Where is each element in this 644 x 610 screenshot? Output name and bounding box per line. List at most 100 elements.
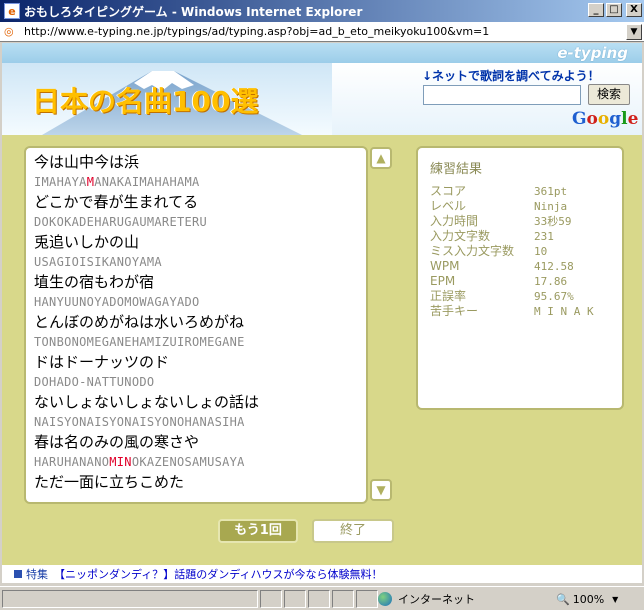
status-cell xyxy=(356,589,378,608)
close-button[interactable]: X xyxy=(626,3,642,17)
result-label: 入力文字数 xyxy=(430,229,491,243)
lyric-romaji-line: HARUHANANOMINOKAZENOSAMUSAYA xyxy=(34,452,362,472)
result-label: 正誤率 xyxy=(430,289,467,303)
result-value: Ninja xyxy=(534,200,568,213)
mistyped-chars: MIN xyxy=(109,455,132,469)
romaji-segment: ANAKAIMAHAHAMA xyxy=(94,175,200,189)
lyric-romaji-line: IMAHAYAMANAKAIMAHAHAMA xyxy=(34,172,362,192)
lyrics-panel: 今は山中今は浜 IMAHAYAMANAKAIMAHAHAMA どこかで春が生まれてる… xyxy=(24,146,368,504)
romaji-segment: HANYUUNOYADOMOWAGAYADO xyxy=(34,295,200,309)
results-panel: 練習結果 スコア 361pt レベル Ninja 入力時間 33秒59 入力文字数 231 ミス… xyxy=(416,146,624,410)
result-value: 33秒59 xyxy=(534,215,572,228)
results-table: スコア 361pt レベル Ninja 入力時間 33秒59 入力文字数 231 ミス入力文字数… xyxy=(430,184,616,319)
result-label: 苦手キー xyxy=(430,304,479,318)
result-row: EPM 17.86 xyxy=(430,274,616,289)
results-title: 練習結果 xyxy=(430,162,483,177)
lyrics-search-input[interactable] xyxy=(423,85,581,105)
zoom-control[interactable]: 🔍 100% ▼ xyxy=(556,590,640,608)
brand-logo[interactable]: e-typing xyxy=(557,44,628,62)
ie-app-icon: e xyxy=(4,3,20,19)
security-zone[interactable]: インターネット xyxy=(378,590,518,608)
result-value: 231 xyxy=(534,230,554,243)
address-url[interactable]: http://www.e-typing.ne.jp/typings/ad/typ… xyxy=(24,25,489,38)
romaji-segment: TONBONOMEGANEHAMIZUIROMEGANE xyxy=(34,335,245,349)
result-value: 361pt xyxy=(534,185,568,198)
lyric-romaji-line: USAGIOISIKANOYAMA xyxy=(34,252,362,272)
status-cell xyxy=(332,589,354,608)
zoom-level: 100% xyxy=(572,592,605,606)
result-row: ミス入力文字数 10 xyxy=(430,244,616,259)
scroll-up-button[interactable]: ▲ xyxy=(370,147,392,169)
result-value: 95.67% xyxy=(534,290,574,303)
result-row: スコア 361pt xyxy=(430,184,616,199)
result-row: 正誤率 95.67% xyxy=(430,289,616,304)
lyric-romaji-line: NAISYONAISYONAISYONOHANASIHA xyxy=(34,412,362,432)
lyric-japanese-line: ドはドーナッツのド xyxy=(34,353,170,371)
result-label: 入力時間 xyxy=(430,214,479,228)
result-label: WPM xyxy=(430,259,460,273)
google-logo: Google xyxy=(572,109,639,129)
status-text-cell xyxy=(2,589,258,608)
lyric-japanese-line: 春は名のみの風の寒さや xyxy=(34,433,200,451)
result-row: 苦手キー M I N A K xyxy=(430,304,616,319)
lyric-japanese-line: ただ一面に立ちこめた xyxy=(34,473,185,491)
maximize-button[interactable]: □ xyxy=(606,3,622,17)
lyric-romaji-line: TONBONOMEGANEHAMIZUIROMEGANE xyxy=(34,332,362,352)
globe-icon xyxy=(378,592,392,606)
status-bar: インターネット 🔍 100% ▼ xyxy=(0,586,644,610)
status-cell xyxy=(284,589,306,608)
caret-down-icon[interactable]: ▼ xyxy=(612,595,618,604)
lyric-japanese-line: 兎追いしかの山 xyxy=(34,233,140,251)
status-cell xyxy=(260,589,282,608)
search-button[interactable]: 検索 xyxy=(588,84,630,105)
scroll-down-button[interactable]: ▼ xyxy=(370,479,392,501)
result-value: 17.86 xyxy=(534,275,568,288)
search-caption: ↓ネットで歌詞を調べてみよう！ xyxy=(422,69,600,83)
retry-button[interactable]: もう1回 xyxy=(218,519,298,543)
promo-tag[interactable]: 特集 xyxy=(26,566,48,582)
lyric-japanese-line: 埴生の宿もわが宿 xyxy=(34,273,155,291)
result-row: レベル Ninja xyxy=(430,199,616,214)
lyric-romaji-line: HANYUUNOYADOMOWAGAYADO xyxy=(34,292,362,312)
lyric-japanese-line: とんぼのめがねは水いろめがね xyxy=(34,313,245,331)
romaji-segment: OKAZENOSAMUSAYA xyxy=(131,455,245,469)
header-banner: 日本の名曲100選 ↓ネットで歌詞を調べてみよう！ 検索 Google xyxy=(2,63,642,135)
romaji-segment: IMAHAYA xyxy=(34,175,87,189)
lyric-japanese-line: 今は山中今は浜 xyxy=(34,153,140,171)
minimize-button[interactable]: _ xyxy=(588,3,604,17)
lyric-japanese-line: どこかで春が生まれてる xyxy=(34,193,199,211)
result-value: M I N A K xyxy=(534,305,594,318)
window-title: おもしろタイピングゲーム - Windows Internet Explorer xyxy=(24,4,363,19)
result-label: ミス入力文字数 xyxy=(430,244,515,258)
lyric-romaji-line: DOHADO-NATTUNODO xyxy=(34,372,362,392)
lyric-japanese-line: ないしょないしょないしょの話は xyxy=(34,393,260,411)
address-bar: ◎ http://www.e-typing.ne.jp/typings/ad/t… xyxy=(0,22,644,42)
magnifier-icon: 🔍 xyxy=(556,592,570,606)
result-row: 入力時間 33秒59 xyxy=(430,214,616,229)
result-row: 入力文字数 231 xyxy=(430,229,616,244)
lyric-romaji-line: DOKOKADEHARUGAUMARETERU xyxy=(34,212,362,232)
address-dropdown-icon[interactable]: ▼ xyxy=(626,24,642,40)
lyrics-list: 今は山中今は浜 IMAHAYAMANAKAIMAHAHAMA どこかで春が生まれてる… xyxy=(34,152,362,492)
page-favicon-icon: ◎ xyxy=(4,25,14,38)
title-bar: e おもしろタイピングゲーム - Windows Internet Explor… xyxy=(0,0,644,22)
promo-bar: 特集 【ニッポンダンディ？】話題のダンディハウスが今なら体験無料！ xyxy=(2,565,642,583)
page-logo-title: 日本の名曲100選 xyxy=(32,85,259,118)
result-row: WPM 412.58 xyxy=(430,259,616,274)
result-label: EPM xyxy=(430,274,456,288)
end-button[interactable]: 終了 xyxy=(312,519,394,543)
romaji-segment: DOHADO-NATTUNODO xyxy=(34,375,155,389)
brand-strip: e-typing xyxy=(2,43,642,63)
promo-link[interactable]: 【ニッポンダンディ？】話題のダンディハウスが今なら体験無料！ xyxy=(54,566,382,582)
romaji-segment: DOKOKADEHARUGAUMARETERU xyxy=(34,215,208,229)
result-label: レベル xyxy=(430,199,467,213)
romaji-segment: USAGIOISIKANOYAMA xyxy=(34,255,162,269)
status-cell xyxy=(308,589,330,608)
result-value: 10 xyxy=(534,245,548,258)
square-bullet-icon xyxy=(14,570,22,578)
romaji-segment: NAISYONAISYONAISYONOHANASIHA xyxy=(34,415,245,429)
page-content: e-typing 日本の名曲100選 ↓ネットで歌詞を調べてみよう！ 検索 Go xyxy=(2,43,642,565)
result-label: スコア xyxy=(430,184,467,198)
window-controls: _ □ X xyxy=(588,3,642,17)
romaji-segment: HARUHANANO xyxy=(34,455,110,469)
